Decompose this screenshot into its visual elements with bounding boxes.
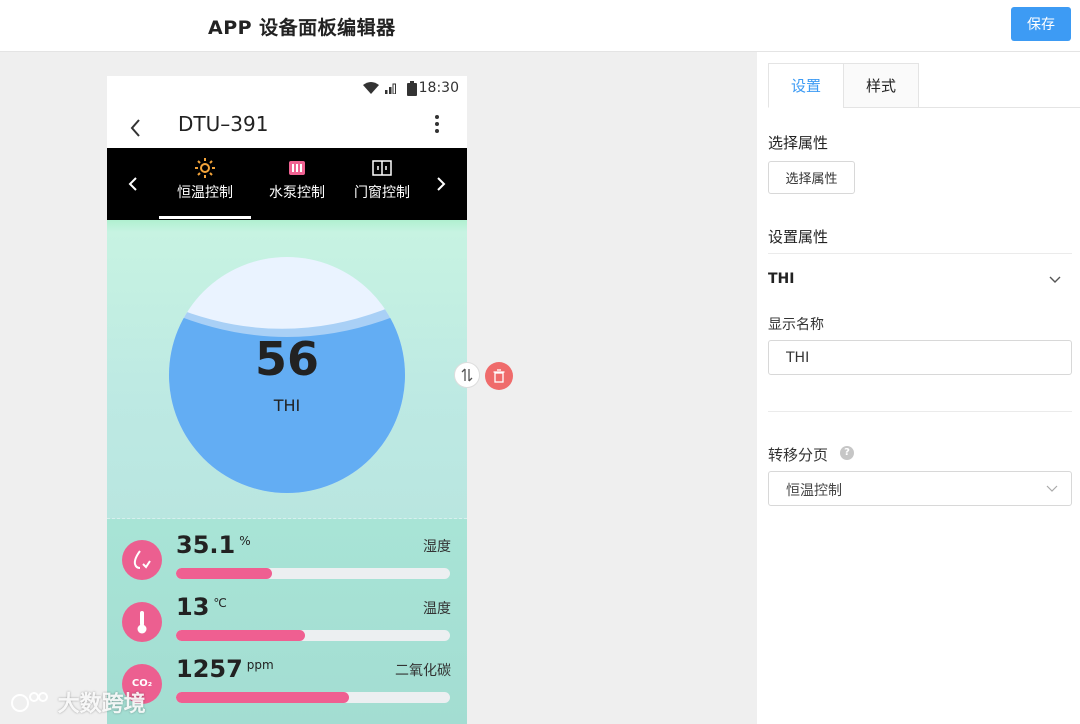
sensor-name: 温度 <box>423 601 451 617</box>
sensor-unit: ℃ <box>213 596 227 610</box>
wifi-icon <box>363 82 379 94</box>
gauge-label: THI <box>273 396 301 415</box>
tab-label: 门窗控制 <box>354 185 410 201</box>
app-title: APP 设备面板编辑器 <box>208 17 396 39</box>
divider <box>768 411 1072 412</box>
save-button[interactable]: 保存 <box>1011 7 1071 41</box>
set-attribute-title: 设置属性 <box>768 228 829 246</box>
sensor-value: 35.1% <box>176 531 251 559</box>
page-tab-bar: 恒温控制 水泵控制 门窗控制 <box>107 148 467 220</box>
display-name-input[interactable] <box>768 340 1072 375</box>
sensor-progress-fill <box>176 692 349 703</box>
phone-navbar: DTU–391 <box>107 102 467 148</box>
display-name-label: 显示名称 <box>768 317 824 333</box>
thermometer-icon <box>122 602 162 642</box>
chevron-left-icon[interactable] <box>129 116 143 140</box>
sensor-progress-track <box>176 692 450 703</box>
tab-prev-arrow-icon[interactable] <box>128 176 138 192</box>
sensor-name: 二氧化碳 <box>395 663 451 679</box>
sensor-value: 1257 ppm <box>176 655 274 683</box>
tab-label: 恒温控制 <box>177 185 233 201</box>
sensor-value: 13 ℃ <box>176 593 227 621</box>
humidity-icon <box>122 540 162 580</box>
sun-icon <box>195 158 215 178</box>
widget-delete-button[interactable] <box>485 362 513 390</box>
sensor-progress-fill <box>176 568 272 579</box>
sensor-progress-track <box>176 568 450 579</box>
select-attribute-button[interactable]: 选择属性 <box>768 161 855 194</box>
thi-gauge-widget[interactable]: 56 THI <box>107 220 467 519</box>
device-title: DTU–391 <box>178 112 269 136</box>
trash-icon <box>493 369 505 383</box>
tab-next-arrow-icon[interactable] <box>436 176 446 192</box>
sensor-unit: ppm <box>246 658 274 672</box>
transfer-page-label: 转移分页 <box>768 446 829 464</box>
watermark: 大数跨境 <box>10 686 146 718</box>
tab-pump[interactable]: 水泵控制 <box>252 158 342 202</box>
select-value: 恒温控制 <box>786 483 842 499</box>
widget-move-button[interactable] <box>454 362 480 388</box>
settings-panel: 设置 样式 选择属性 选择属性 设置属性 THI 显示名称 转移分页 ? 恒温控… <box>757 52 1080 724</box>
sensor-row-temperature[interactable]: 13 ℃ 温度 <box>107 593 467 659</box>
chevron-down-icon <box>1046 485 1058 492</box>
panel-tabs: 设置 样式 <box>768 63 1080 108</box>
more-vertical-icon[interactable] <box>433 114 441 134</box>
signal-icon <box>385 83 396 94</box>
active-tab-indicator <box>159 216 251 219</box>
phone-preview: 18:30 DTU–391 恒温控制 水泵控制 门窗控制 56 THI 35.1… <box>107 76 467 724</box>
swap-vertical-icon <box>461 368 473 382</box>
sensor-name: 湿度 <box>423 539 451 555</box>
tab-style[interactable]: 样式 <box>843 63 919 108</box>
pump-icon <box>289 161 305 175</box>
chevron-down-icon <box>1049 276 1061 283</box>
sensor-progress-fill <box>176 630 305 641</box>
tab-label: 水泵控制 <box>269 185 325 201</box>
tab-thermostat[interactable]: 恒温控制 <box>160 158 250 202</box>
divider <box>768 253 1072 254</box>
transfer-page-select[interactable]: 恒温控制 <box>768 471 1072 506</box>
sensor-row-humidity[interactable]: 35.1% 湿度 <box>107 531 467 597</box>
property-name: THI <box>768 271 795 287</box>
watermark-logo-icon <box>11 692 48 712</box>
select-attribute-title: 选择属性 <box>768 134 829 152</box>
editor-header: APP 设备面板编辑器 保存 <box>0 0 1080 52</box>
sensor-unit: % <box>239 534 251 548</box>
status-time: 18:30 <box>418 80 459 96</box>
sensor-progress-track <box>176 630 450 641</box>
tab-window[interactable]: 门窗控制 <box>344 158 420 202</box>
status-bar: 18:30 <box>107 76 467 102</box>
gauge-value: 56 <box>254 332 319 386</box>
tab-settings[interactable]: 设置 <box>768 63 844 108</box>
sensor-row-co2[interactable]: CO₂ 1257 ppm 二氧化碳 <box>107 655 467 721</box>
window-icon <box>372 160 392 176</box>
battery-icon <box>407 81 417 96</box>
property-collapse-header[interactable]: THI <box>768 271 1072 287</box>
help-icon[interactable]: ? <box>840 446 854 460</box>
sensor-list: 35.1% 湿度 13 ℃ 温度 CO₂ 1257 ppm 二氧化碳 <box>107 519 467 724</box>
